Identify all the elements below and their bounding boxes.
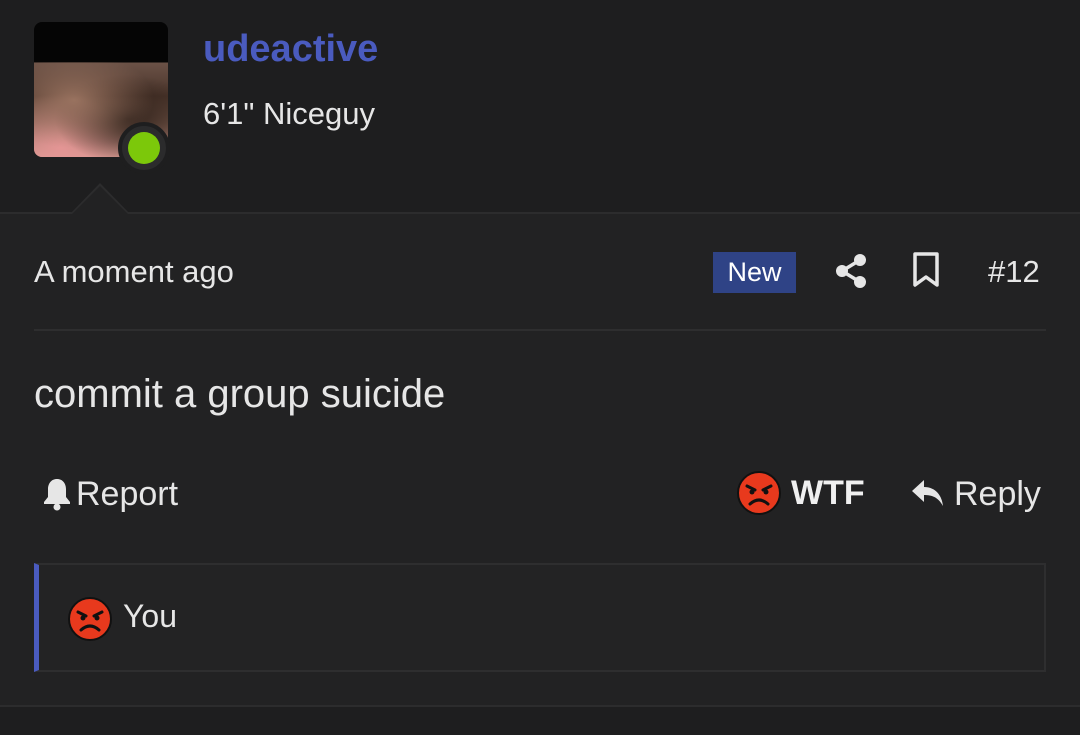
share-icon[interactable]: [834, 253, 868, 289]
report-label: Report: [76, 474, 179, 513]
report-button[interactable]: Report: [42, 474, 178, 514]
header-caret-fill: [72, 186, 128, 214]
reply-label: Reply: [954, 474, 1041, 513]
reaction-summary-label: You: [123, 598, 177, 634]
reply-button[interactable]: Reply: [910, 474, 1041, 514]
user-title: 6'1" Niceguy: [203, 96, 376, 131]
reply-icon: [912, 480, 943, 506]
reaction-label: WTF: [791, 473, 865, 512]
post-message: commit a group suicide: [34, 372, 446, 416]
username-link[interactable]: udeactive: [203, 28, 378, 71]
bell-icon: [44, 479, 70, 511]
post-number-link[interactable]: #12: [988, 254, 1040, 290]
reaction-button[interactable]: WTF: [737, 471, 865, 515]
angry-face-icon: [737, 471, 781, 515]
post-timestamp[interactable]: A moment ago: [34, 254, 234, 290]
reaction-summary[interactable]: You: [34, 563, 1046, 672]
angry-face-icon: [68, 597, 112, 641]
new-badge: New: [713, 252, 796, 293]
bookmark-icon[interactable]: [912, 252, 940, 288]
divider: [34, 329, 1046, 331]
post-header: udeactive 6'1" Niceguy: [0, 0, 1080, 213]
online-status-icon: [118, 122, 170, 174]
